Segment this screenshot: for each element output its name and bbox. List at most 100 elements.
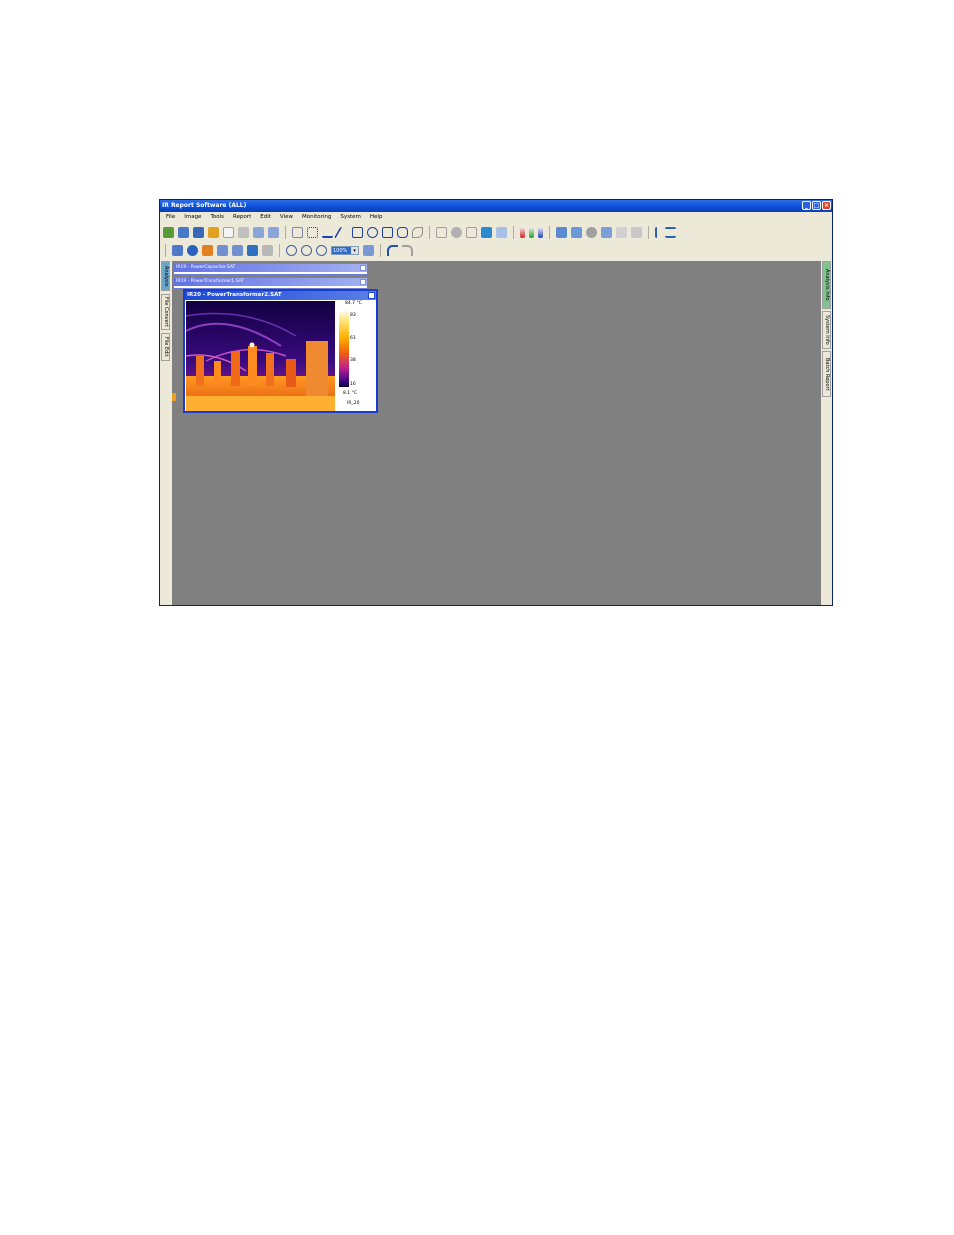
- speaker-icon[interactable]: [616, 227, 627, 238]
- menu-system[interactable]: System: [340, 212, 361, 222]
- save-icon[interactable]: [178, 227, 189, 238]
- close-icon[interactable]: [360, 279, 366, 285]
- zoom-in-icon[interactable]: [286, 245, 297, 256]
- thermometer-icon[interactable]: [529, 227, 534, 238]
- tab-file-convert[interactable]: File Convert: [161, 294, 170, 330]
- menu-view[interactable]: View: [280, 212, 293, 222]
- toolbar-separator: [380, 244, 381, 257]
- menu-tools[interactable]: Tools: [210, 212, 224, 222]
- title-bar: IR Report Software (ALL) _ □ ×: [160, 200, 832, 212]
- settings-icon[interactable]: [496, 227, 507, 238]
- right-tab-strip: Analysis Info System Info Batch Report: [821, 261, 832, 605]
- rectangle-icon[interactable]: [382, 227, 393, 238]
- circle-icon[interactable]: [367, 227, 378, 238]
- toolbar-separator: [165, 244, 166, 257]
- camera-icon[interactable]: [631, 227, 642, 238]
- chevron-down-icon[interactable]: ▾: [351, 247, 358, 254]
- menu-edit[interactable]: Edit: [260, 212, 271, 222]
- image-label: IR_20: [347, 401, 360, 406]
- zoom-icon[interactable]: [316, 245, 327, 256]
- picture-icon[interactable]: [556, 227, 567, 238]
- menu-bar: File Image Tools Report Edit View Monito…: [160, 212, 832, 222]
- zoom-select[interactable]: 100% ▾: [331, 246, 359, 255]
- child-window-title: IR19 - PowerCapacitor.SAT: [176, 265, 236, 270]
- child-window-capacitor[interactable]: IR19 - PowerCapacitor.SAT: [173, 263, 368, 275]
- spot-icon[interactable]: [307, 227, 318, 238]
- fusion-icon[interactable]: [232, 245, 243, 256]
- thermometer-hot-icon[interactable]: [520, 227, 525, 238]
- scale-max: 84.7 °C: [345, 301, 362, 306]
- line-icon[interactable]: [333, 227, 352, 238]
- undo-icon[interactable]: [387, 245, 398, 256]
- main-toolbar: [163, 224, 829, 241]
- palette-bar-icon[interactable]: [202, 245, 213, 256]
- toolbar-separator: [549, 226, 550, 239]
- fit-window-icon[interactable]: [363, 245, 374, 256]
- lock-icon[interactable]: [262, 245, 273, 256]
- lens-icon[interactable]: [586, 227, 597, 238]
- contrast-icon[interactable]: [187, 245, 198, 256]
- window-title: IR Report Software (ALL): [162, 202, 247, 209]
- cross-line-icon[interactable]: [322, 227, 333, 238]
- app-window: IR Report Software (ALL) _ □ × File Imag…: [159, 199, 833, 606]
- usb-icon[interactable]: [655, 227, 661, 238]
- list-icon[interactable]: [217, 245, 228, 256]
- graph-icon[interactable]: [466, 227, 477, 238]
- close-icon[interactable]: [360, 265, 366, 271]
- polyline-icon[interactable]: [352, 227, 363, 238]
- menu-monitoring[interactable]: Monitoring: [302, 212, 331, 222]
- tab-analysis-info[interactable]: Analysis Info: [822, 261, 831, 309]
- eraser-icon[interactable]: [412, 227, 423, 238]
- save-all-icon[interactable]: [193, 227, 204, 238]
- zoom-value: 100%: [332, 247, 351, 254]
- thermal-image[interactable]: [186, 301, 335, 411]
- polygon-icon[interactable]: [397, 227, 408, 238]
- child-window-transformer1[interactable]: IR19 - PowerTransformer1.SAT: [173, 277, 368, 289]
- open-folder-icon[interactable]: [163, 227, 174, 238]
- scale-tick: 38: [350, 358, 356, 363]
- child-window-title: IR19 - PowerTransformer1.SAT: [176, 279, 244, 284]
- tab-system-info[interactable]: System Info: [822, 311, 831, 349]
- comment-icon[interactable]: [247, 245, 258, 256]
- menu-report[interactable]: Report: [233, 212, 251, 222]
- export-icon[interactable]: [601, 227, 612, 238]
- toolbar-separator: [429, 226, 430, 239]
- tab-batch-report[interactable]: Batch Report: [822, 351, 831, 397]
- image-list-icon[interactable]: [268, 227, 279, 238]
- active-window-title: IR20 - PowerTransformer2.SAT: [187, 292, 282, 298]
- zoom-out-icon[interactable]: [301, 245, 312, 256]
- minimize-button[interactable]: _: [802, 201, 811, 210]
- thermometer-cold-icon[interactable]: [538, 227, 543, 238]
- network-icon[interactable]: [665, 227, 676, 238]
- secondary-toolbar: 100% ▾: [163, 242, 829, 259]
- image-icon[interactable]: [253, 227, 264, 238]
- profile-icon[interactable]: [436, 227, 447, 238]
- maximize-button[interactable]: □: [812, 201, 821, 210]
- temperature-scale: 84.7 °C 83 61 38 16 8.1 °C IR_20: [337, 301, 377, 411]
- isotherm-icon[interactable]: [451, 227, 462, 238]
- histogram-icon[interactable]: [172, 245, 183, 256]
- scale-tick: 16: [350, 382, 356, 387]
- active-image-window[interactable]: IR20 - PowerTransformer2.SAT 84.7 °C 83 …: [183, 289, 378, 413]
- play-icon[interactable]: [208, 227, 219, 238]
- close-button[interactable]: ×: [822, 201, 831, 210]
- edit-document-icon[interactable]: [238, 227, 249, 238]
- color-bar: [339, 311, 349, 387]
- window-edge-marker: [172, 393, 176, 401]
- scale-tick: 83: [350, 313, 356, 318]
- left-tab-strip: Analysis File Convert File Edit: [160, 261, 171, 605]
- menu-image[interactable]: Image: [184, 212, 201, 222]
- tab-analysis[interactable]: Analysis: [161, 261, 170, 291]
- scale-min: 8.1 °C: [343, 391, 357, 396]
- menu-file[interactable]: File: [166, 212, 175, 222]
- redo-icon[interactable]: [402, 245, 413, 256]
- palette-icon[interactable]: [481, 227, 492, 238]
- scale-tick: 61: [350, 336, 356, 341]
- pointer-icon[interactable]: [292, 227, 303, 238]
- tab-file-edit[interactable]: File Edit: [161, 333, 170, 361]
- close-icon[interactable]: [368, 292, 375, 299]
- toolbar-separator: [513, 226, 514, 239]
- new-document-icon[interactable]: [223, 227, 234, 238]
- menu-help[interactable]: Help: [370, 212, 383, 222]
- compare-icon[interactable]: [571, 227, 582, 238]
